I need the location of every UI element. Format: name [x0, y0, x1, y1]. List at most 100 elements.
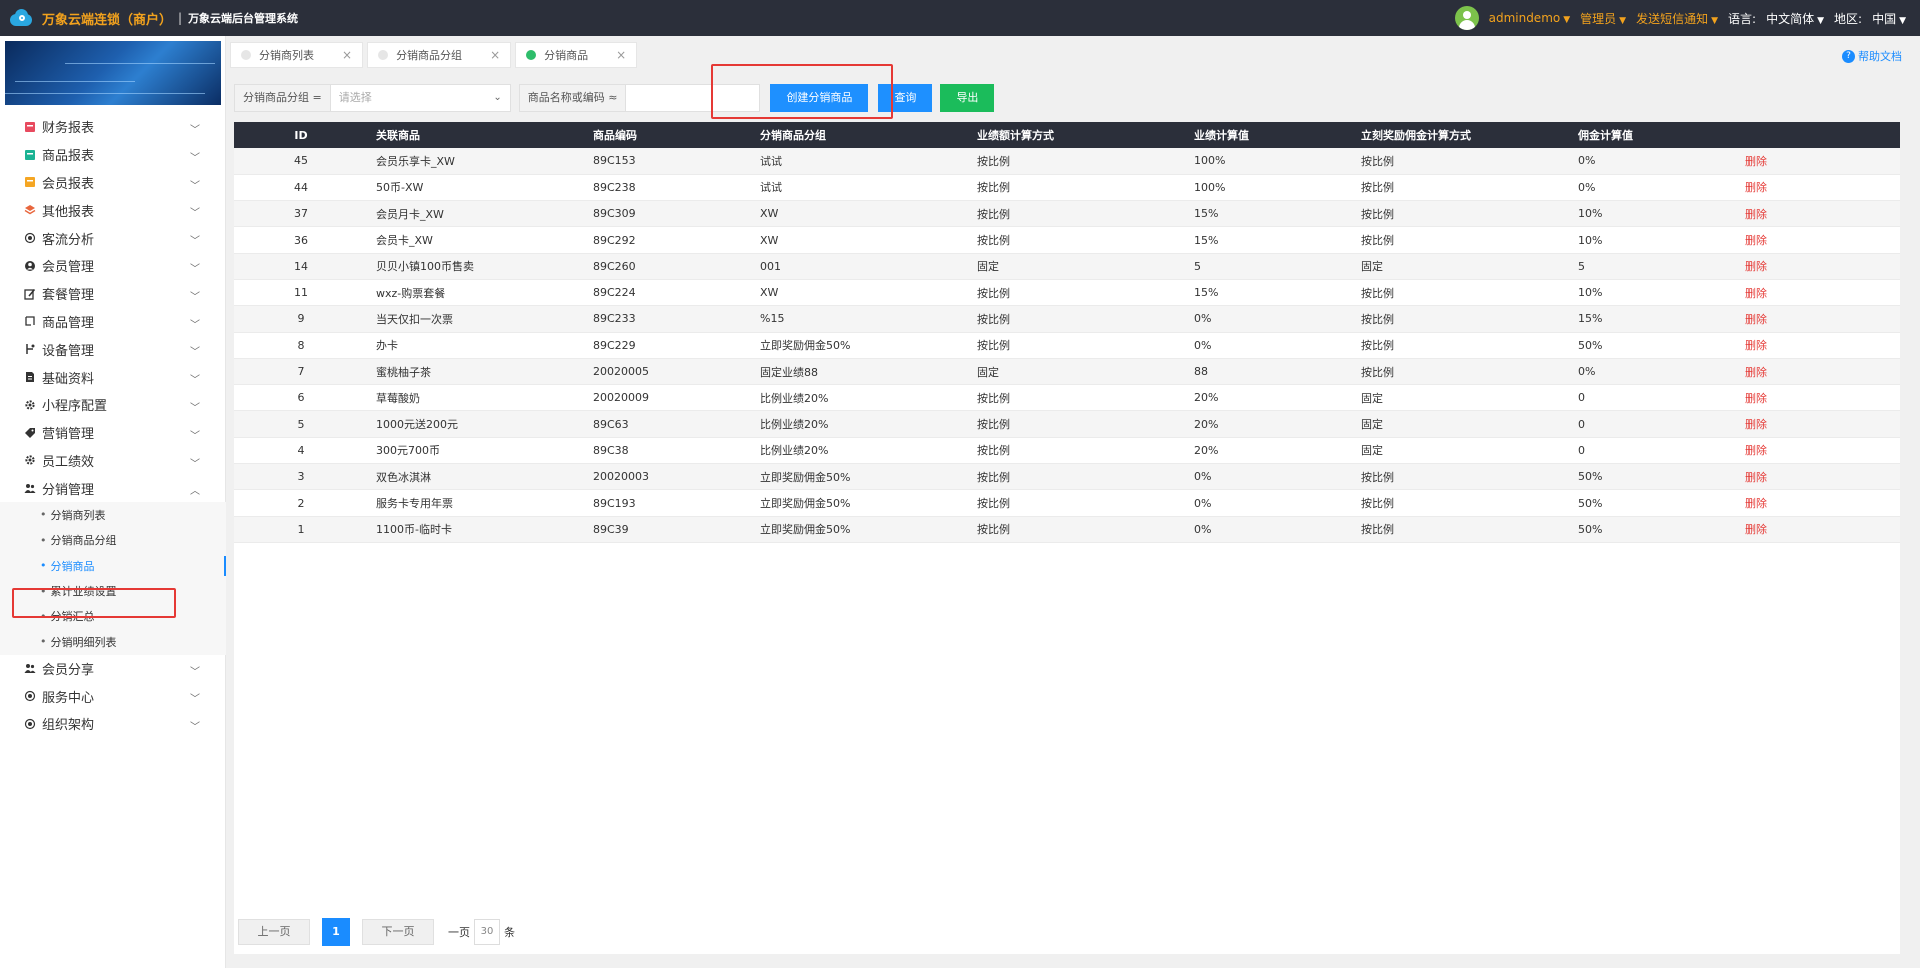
delete-link[interactable]: 删除 — [1737, 226, 1910, 254]
table-row[interactable]: 45 会员乐享卡_XW 89C153 试试 按比例 100% 按比例 0% 删除 — [234, 148, 1910, 175]
tab-2[interactable]: 分销商品 × — [515, 42, 638, 68]
sidebar-item-12[interactable]: 员工绩效 ﹀ — [0, 447, 226, 475]
chevron-down-icon: ﹀ — [190, 347, 200, 359]
tab-1[interactable]: 分销商品分组 × — [367, 42, 512, 68]
table-cell: 50% — [1570, 332, 1737, 359]
table-cell: 15% — [1186, 226, 1353, 254]
delete-link[interactable]: 删除 — [1737, 463, 1910, 491]
sidebar-item-6[interactable]: 套餐管理 ﹀ — [0, 280, 226, 308]
users-icon — [24, 482, 36, 494]
sidebar-item-0[interactable]: 财务报表 ﹀ — [0, 113, 226, 141]
vertical-scrollbar[interactable] — [1900, 122, 1912, 912]
table-row[interactable]: 1 1100币-临时卡 89C39 立即奖励佣金50% 按比例 0% 按比例 50% 删除 — [234, 516, 1910, 543]
help-link[interactable]: ? 帮助文档 — [1842, 48, 1902, 64]
sidebar-subitem-1[interactable]: 分销商品分组 — [0, 527, 226, 553]
delete-link[interactable]: 删除 — [1737, 148, 1910, 175]
gear-icon — [24, 454, 36, 466]
close-icon[interactable]: × — [490, 48, 500, 62]
table-cell: 按比例 — [1353, 489, 1570, 517]
delete-link[interactable]: 删除 — [1737, 384, 1910, 412]
table-row[interactable]: 37 会员月卡_XW 89C309 XW 按比例 15% 按比例 10% 删除 — [234, 200, 1910, 228]
group-select[interactable]: 请选择 ⌄ — [330, 84, 511, 112]
sms-link[interactable]: 发送短信通知 ▼ — [1636, 10, 1718, 27]
tab-label: 分销商品 — [544, 49, 589, 62]
delete-link[interactable]: 删除 — [1737, 332, 1910, 359]
delete-link[interactable]: 删除 — [1737, 410, 1910, 438]
delete-link[interactable]: 删除 — [1737, 305, 1910, 333]
user-menu[interactable]: admindemo ▼ — [1489, 11, 1571, 25]
table-cell: 会员卡_XW — [368, 226, 585, 254]
table-row[interactable]: 9 当天仅扣一次票 89C233 %15 按比例 0% 按比例 15% 删除 — [234, 305, 1910, 333]
prev-page-button[interactable]: 上一页 — [238, 919, 310, 945]
sidebar-item-4[interactable]: 客流分析 ﹀ — [0, 224, 226, 252]
delete-link[interactable]: 删除 — [1737, 200, 1910, 228]
table-row[interactable]: 44 50币-XW 89C238 试试 按比例 100% 按比例 0% 删除 — [234, 174, 1910, 202]
table-cell: 89C153 — [585, 148, 752, 175]
sidebar-item-13[interactable]: 分销管理 ︿ — [0, 474, 226, 502]
delete-link[interactable]: 删除 — [1737, 516, 1910, 543]
sidebar-item-after-1[interactable]: 服务中心 ﹀ — [0, 682, 226, 710]
top-bar: 万象云端连锁（商户） | 万象云端后台管理系统 admindemo ▼ 管理员 ▼ … — [0, 0, 1920, 36]
table-cell: 6 — [234, 384, 368, 412]
table-cell: 5 — [1570, 253, 1737, 280]
delete-link[interactable]: 删除 — [1737, 174, 1910, 202]
language-select[interactable]: 中文简体 ▼ — [1766, 10, 1824, 27]
sidebar-item-7[interactable]: 商品管理 ﹀ — [0, 308, 226, 336]
sidebar-subitem-5[interactable]: 分销明细列表 — [0, 629, 226, 655]
table-row[interactable]: 5 1000元送200元 89C63 比例业绩20% 按比例 20% 固定 0 删除 — [234, 410, 1910, 438]
table-row[interactable]: 11 wxz-购票套餐 89C224 XW 按比例 15% 按比例 10% 删除 — [234, 279, 1910, 307]
close-icon[interactable]: × — [616, 48, 626, 62]
tab-label: 分销商列表 — [259, 49, 314, 62]
sidebar-item-3[interactable]: 其他报表 ﹀ — [0, 196, 226, 224]
table-row[interactable]: 6 草莓酸奶 20020009 比例业绩20% 按比例 20% 固定 0 删除 — [234, 384, 1910, 412]
sidebar-item-after-0[interactable]: 会员分享 ﹀ — [0, 655, 226, 683]
sidebar-item-after-2[interactable]: 组织架构 ﹀ — [0, 710, 226, 738]
next-page-button[interactable]: 下一页 — [362, 919, 434, 945]
delete-link[interactable]: 删除 — [1737, 279, 1910, 307]
sidebar-item-8[interactable]: 设备管理 ﹀ — [0, 335, 226, 363]
table-row[interactable]: 2 服务卡专用年票 89C193 立即奖励佣金50% 按比例 0% 按比例 50% 删除 — [234, 489, 1910, 517]
close-icon[interactable]: × — [342, 48, 352, 62]
tab-0[interactable]: 分销商列表 × — [230, 42, 364, 68]
column-header: 商品编码 — [593, 129, 637, 142]
table-row[interactable]: 4 300元700币 89C38 比例业绩20% 按比例 20% 固定 0 删除 — [234, 437, 1910, 465]
column-header: 分销商品分组 — [760, 129, 826, 142]
table-row[interactable]: 14 贝贝小镇100币售卖 89C260 001 固定 5 固定 5 删除 — [234, 253, 1910, 280]
table-cell: 10% — [1570, 200, 1737, 228]
table-row[interactable]: 7 蜜桃柚子茶 20020005 固定业绩88 固定 88 按比例 0% 删除 — [234, 358, 1910, 386]
role-menu[interactable]: 管理员 ▼ — [1580, 10, 1626, 27]
sidebar-item-1[interactable]: 商品报表 ﹀ — [0, 141, 226, 169]
chevron-down-icon: ﹀ — [190, 402, 200, 414]
region-select[interactable]: 中国 ▼ — [1872, 10, 1906, 27]
sidebar-item-2[interactable]: 会员报表 ﹀ — [0, 169, 226, 197]
table-row[interactable]: 8 办卡 89C229 立即奖励佣金50% 按比例 0% 按比例 50% 删除 — [234, 332, 1910, 359]
table-row[interactable]: 3 双色冰淇淋 20020003 立即奖励佣金50% 按比例 0% 按比例 50% 删除 — [234, 463, 1910, 491]
delete-link[interactable]: 删除 — [1737, 437, 1910, 465]
chevron-down-icon: ﹀ — [190, 319, 200, 331]
brand-area[interactable]: 万象云端连锁（商户） | 万象云端后台管理系统 — [0, 8, 298, 28]
per-page-input[interactable]: 30 — [474, 919, 500, 945]
delete-link[interactable]: 删除 — [1737, 253, 1910, 280]
current-page[interactable]: 1 — [322, 918, 350, 946]
table-cell: 5 — [234, 410, 368, 438]
table-row[interactable]: 36 会员卡_XW 89C292 XW 按比例 15% 按比例 10% 删除 — [234, 226, 1910, 254]
export-button[interactable]: 导出 — [940, 84, 995, 112]
chevron-down-icon: ﹀ — [190, 375, 200, 387]
sidebar-item-label: 员工绩效 — [42, 454, 95, 470]
sidebar-subitem-2[interactable]: 分销商品 — [0, 552, 226, 579]
avatar[interactable] — [1454, 6, 1479, 30]
sidebar-item-10[interactable]: 小程序配置 ﹀ — [0, 391, 226, 419]
system-title: 万象云端后台管理系统 — [188, 12, 299, 25]
delete-link[interactable]: 删除 — [1737, 489, 1910, 517]
role: 管理员 — [1580, 11, 1617, 26]
sidebar-item-11[interactable]: 营销管理 ﹀ — [0, 419, 226, 447]
table-cell: 按比例 — [969, 200, 1186, 228]
table-cell: 89C63 — [585, 410, 752, 438]
sidebar-item-9[interactable]: 基础资料 ﹀ — [0, 363, 226, 391]
sidebar-subitem-0[interactable]: 分销商列表 — [0, 502, 226, 528]
table-cell: 按比例 — [969, 437, 1186, 465]
column-header: 业绩额计算方式 — [977, 129, 1054, 142]
per-page-unit: 条 — [504, 926, 515, 939]
sidebar-item-5[interactable]: 会员管理 ﹀ — [0, 252, 226, 280]
delete-link[interactable]: 删除 — [1737, 358, 1910, 386]
